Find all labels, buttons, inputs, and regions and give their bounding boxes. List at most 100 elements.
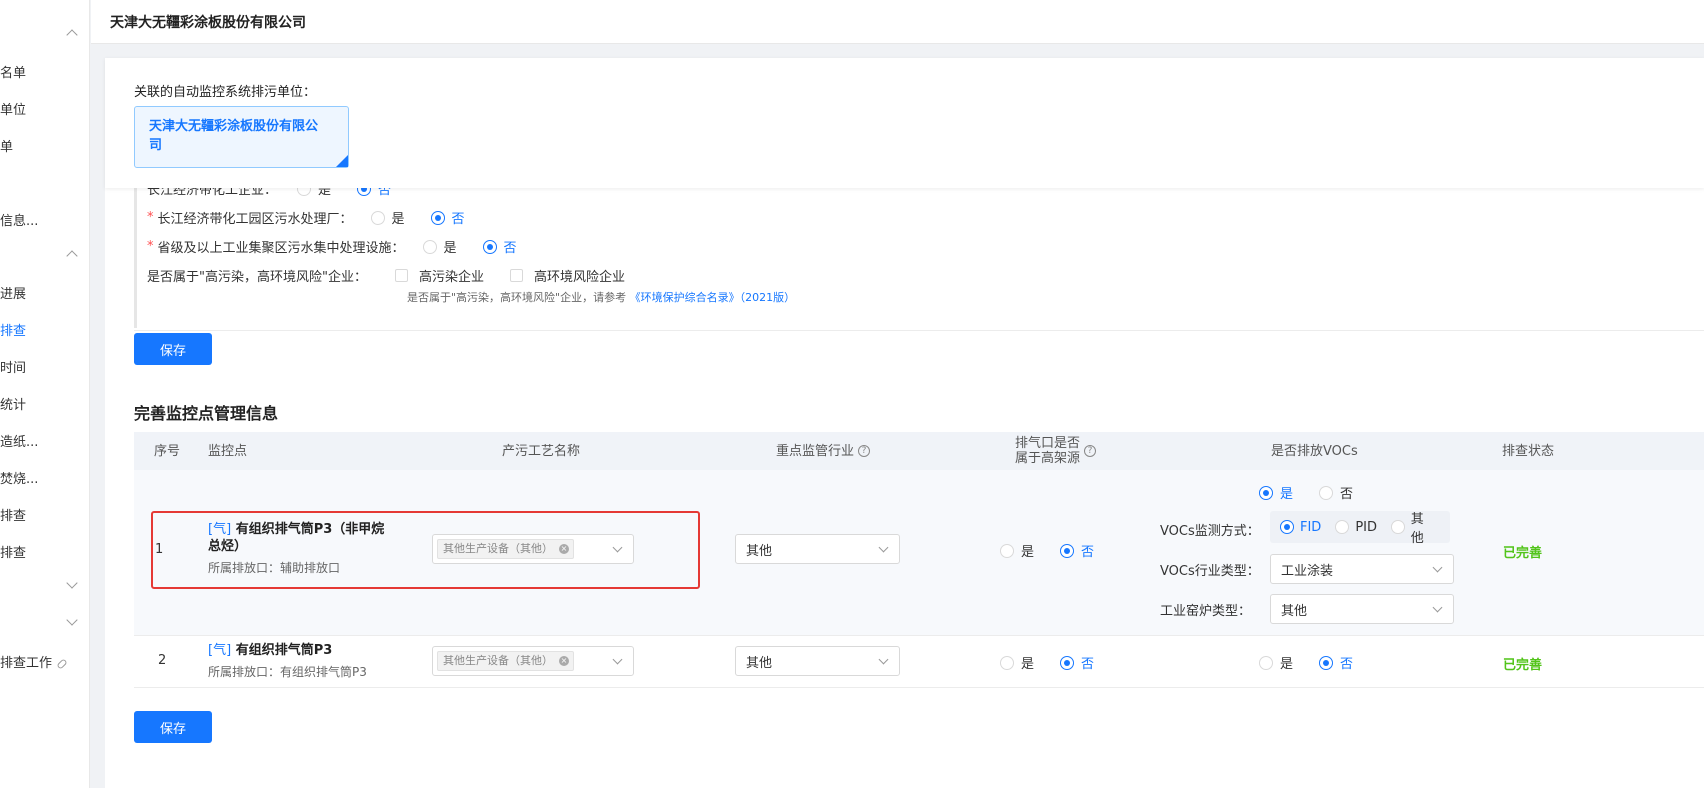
sidebar-item[interactable]: 排查 bbox=[0, 505, 26, 524]
radio-yes[interactable]: 是 bbox=[1259, 483, 1293, 502]
question-label: 是否属于"高污染，高环境风险"企业： bbox=[147, 270, 367, 285]
th-elevated: 排气口是否 属于高架源 ? bbox=[1015, 432, 1097, 470]
process-select[interactable]: 其他生产设备（其他） × bbox=[432, 646, 634, 676]
help-icon[interactable]: ? bbox=[1084, 445, 1097, 457]
radio-label: 是 bbox=[1021, 545, 1035, 560]
question-group-bar bbox=[134, 188, 137, 328]
radio-label: PID bbox=[1355, 519, 1378, 535]
linked-unit-panel: 关联的自动监控系统排污单位： 天津大无韁彩涂板股份有限公 司 bbox=[105, 58, 1704, 188]
vocs-method-group: FID PID 其他 bbox=[1270, 508, 1450, 546]
radio-no[interactable]: 否 bbox=[1319, 653, 1353, 672]
sidebar-item-label: 排查工作 bbox=[0, 656, 53, 671]
chevron-down-icon bbox=[1432, 562, 1443, 573]
question-label: 省级及以上工业集聚区污水集中处理设施： bbox=[157, 241, 405, 256]
tag-label: 其他生产设备（其他） bbox=[443, 654, 553, 667]
elevated-radio-group: 是 否 bbox=[1000, 541, 1120, 560]
radio-yes[interactable]: 是 bbox=[370, 208, 405, 227]
radio-label: 否 bbox=[1081, 657, 1095, 672]
kiln-label: 工业窑炉类型： bbox=[1160, 604, 1252, 619]
question-label: 长江经济带化工企业： bbox=[147, 188, 278, 198]
radio-no[interactable]: 否 bbox=[1060, 541, 1094, 560]
status-badge: 已完善 bbox=[1503, 658, 1543, 673]
sidebar-item[interactable]: 排查 bbox=[0, 542, 26, 561]
radio-icon bbox=[1259, 655, 1273, 670]
radio-fid[interactable]: FID bbox=[1280, 520, 1321, 535]
sidebar-item[interactable]: 单位 bbox=[0, 99, 26, 118]
radio-checked-icon bbox=[430, 210, 445, 225]
radio-checked-icon bbox=[1280, 520, 1294, 534]
sidebar-item[interactable]: 信息... bbox=[0, 210, 38, 229]
select-value: 其他 bbox=[746, 543, 773, 559]
radio-no[interactable]: 否 bbox=[1319, 483, 1353, 502]
industry-select[interactable]: 其他 bbox=[735, 646, 900, 676]
radio-no[interactable]: 否 bbox=[482, 237, 517, 256]
radio-other[interactable]: 其他 bbox=[1391, 508, 1436, 546]
radio-icon bbox=[1319, 485, 1334, 500]
reference-link[interactable]: 《环境保护综合名录》（2021版） bbox=[630, 291, 796, 304]
radio-label: 是 bbox=[1021, 657, 1035, 672]
chevron-up-icon[interactable] bbox=[66, 250, 78, 262]
industry-select[interactable]: 其他 bbox=[735, 534, 900, 564]
radio-icon bbox=[370, 210, 385, 225]
section-title: 完善监控点管理信息 bbox=[134, 404, 279, 423]
linked-unit-name-line2: 司 bbox=[149, 138, 163, 153]
chevron-down-icon[interactable] bbox=[66, 614, 78, 626]
sidebar-item[interactable]: 进展 bbox=[0, 283, 26, 302]
vocs-industry-select[interactable]: 工业涂装 bbox=[1270, 554, 1454, 584]
sidebar-item[interactable]: 焚烧... bbox=[0, 468, 38, 487]
radio-yes[interactable]: 是 bbox=[422, 237, 457, 256]
close-icon[interactable]: × bbox=[559, 656, 569, 666]
radio-yes[interactable]: 是 bbox=[297, 188, 331, 198]
company-title: 天津大无韁彩涂板股份有限公司 bbox=[110, 15, 306, 31]
linked-unit-card[interactable]: 天津大无韁彩涂板股份有限公 司 bbox=[134, 106, 349, 168]
checkbox-high-risk[interactable]: 高环境风险企业 bbox=[509, 266, 625, 285]
vocs-radio-group: 是 否 bbox=[1259, 483, 1379, 502]
chevron-down-icon bbox=[612, 654, 623, 665]
monitor-point: [气] 有组织排气筒P3 所属排放口：有组织排气筒P3 bbox=[208, 642, 367, 680]
checkbox-label: 高环境风险企业 bbox=[533, 270, 625, 285]
save-button-bottom[interactable]: 保存 bbox=[134, 711, 212, 743]
radio-icon bbox=[1000, 543, 1014, 558]
th-label: 属于高架源 bbox=[1015, 451, 1081, 466]
radio-label: FID bbox=[1300, 519, 1322, 535]
sidebar-item[interactable]: 排查工作 bbox=[0, 652, 68, 671]
help-icon[interactable]: ? bbox=[858, 445, 871, 457]
question-yangtze-chem: 长江经济带化工企业： 是 否 bbox=[147, 188, 417, 198]
radio-no[interactable]: 否 bbox=[357, 188, 391, 198]
chevron-up-icon[interactable] bbox=[66, 29, 78, 41]
radio-icon bbox=[422, 239, 437, 254]
name-line: 有组织排气筒P3 bbox=[235, 643, 333, 658]
sidebar: 名单 单位 单 信息... 进展 排查 时间 统计 造纸... 焚烧... 排查… bbox=[0, 0, 90, 788]
th-index: 序号 bbox=[154, 443, 181, 459]
sidebar-item-active[interactable]: 排查 bbox=[0, 320, 26, 339]
radio-pid[interactable]: PID bbox=[1335, 520, 1377, 535]
sidebar-item[interactable]: 造纸... bbox=[0, 431, 38, 450]
radio-icon bbox=[297, 188, 312, 196]
kiln-select[interactable]: 其他 bbox=[1270, 594, 1454, 624]
radio-icon bbox=[1391, 520, 1405, 534]
checkbox-high-pollution[interactable]: 高污染企业 bbox=[394, 266, 484, 285]
chevron-down-icon[interactable] bbox=[66, 577, 78, 589]
radio-label: 是 bbox=[1280, 657, 1294, 672]
save-button[interactable]: 保存 bbox=[134, 333, 212, 365]
checkbox-label: 高污染企业 bbox=[418, 270, 484, 285]
gas-tag: [气] bbox=[208, 643, 232, 658]
radio-label: 否 bbox=[378, 188, 392, 198]
sidebar-item[interactable]: 时间 bbox=[0, 357, 26, 376]
page-header: 天津大无韁彩涂板股份有限公司 bbox=[91, 0, 1704, 44]
radio-yes[interactable]: 是 bbox=[1000, 653, 1034, 672]
th-process: 产污工艺名称 bbox=[502, 443, 581, 459]
th-point: 监控点 bbox=[208, 443, 248, 459]
sidebar-item[interactable]: 名单 bbox=[0, 62, 26, 81]
radio-label: 是 bbox=[1280, 487, 1294, 502]
radio-no[interactable]: 否 bbox=[1060, 653, 1094, 672]
sidebar-item[interactable]: 统计 bbox=[0, 394, 26, 413]
radio-yes[interactable]: 是 bbox=[1000, 541, 1034, 560]
radio-yes[interactable]: 是 bbox=[1259, 653, 1293, 672]
sidebar-item[interactable]: 单 bbox=[0, 136, 13, 155]
divider bbox=[134, 330, 1704, 331]
radio-checked-icon bbox=[1259, 485, 1273, 500]
linked-unit-name-line1: 天津大无韁彩涂板股份有限公 bbox=[149, 119, 319, 134]
required-mark: * bbox=[147, 210, 154, 225]
radio-no[interactable]: 否 bbox=[430, 208, 465, 227]
